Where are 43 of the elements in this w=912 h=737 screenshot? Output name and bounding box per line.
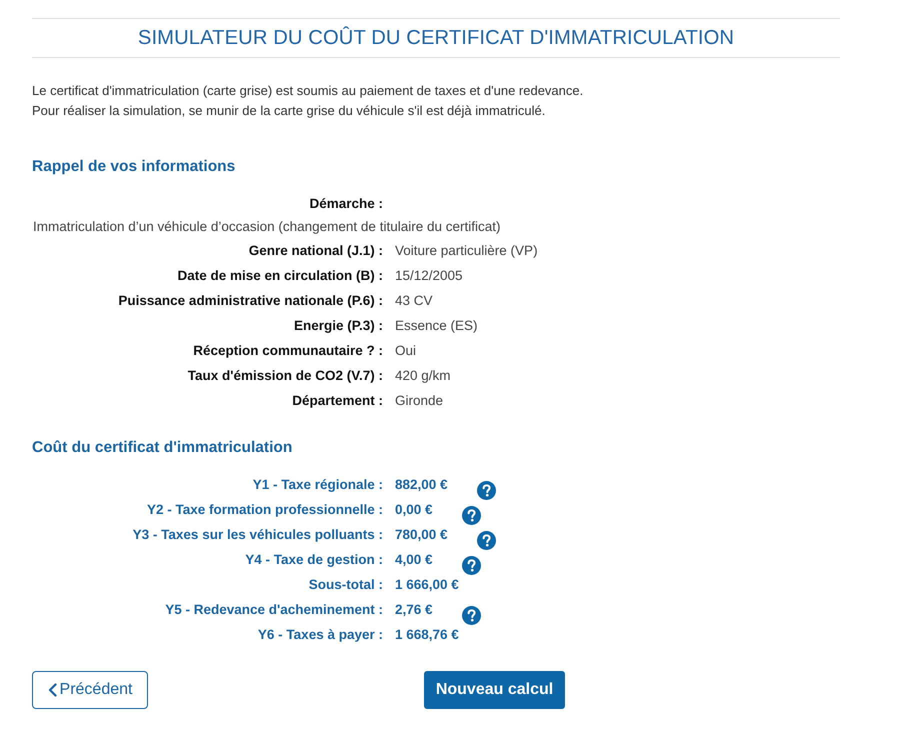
field-value: 43 CV <box>395 292 434 310</box>
field-value: Essence (ES) <box>395 317 479 335</box>
chevron-left-icon <box>48 683 57 697</box>
help-icon[interactable] <box>476 531 496 550</box>
cost-label: Y6 - Taxes à payer : <box>256 626 383 644</box>
help-icon[interactable] <box>462 506 481 525</box>
cost-label: Y5 - Redevance d'acheminement : <box>164 601 383 619</box>
field-value: Oui <box>395 342 418 360</box>
page-title: SIMULATEUR DU COÛT DU CERTIFICAT D'IMMATRICULATION <box>138 26 734 50</box>
field-label: Département : <box>291 392 383 410</box>
cost-value: 0,00 € <box>395 501 433 519</box>
field-value: Gironde <box>395 392 444 410</box>
field-label: Date de mise en circulation (B) : <box>176 267 383 285</box>
field-value: 420 g/km <box>395 367 452 385</box>
cost-label: Y1 - Taxe régionale : <box>252 476 383 494</box>
cost-label: Y2 - Taxe formation professionnelle : <box>146 501 383 519</box>
cost-label: Sous-total : <box>308 576 383 594</box>
previous-button[interactable]: Précédent <box>32 671 148 709</box>
cost-value: 780,00 € <box>395 526 448 544</box>
cost-value: 2,76 € <box>395 601 433 619</box>
new-calculation-button[interactable]: Nouveau calcul <box>424 671 565 709</box>
field-value: Immatriculation d’un véhicule d’occasion (changement de titulaire du certificat) <box>32 218 502 236</box>
field-label: Réception communautaire ? : <box>192 342 383 360</box>
cost-value: 4,00 € <box>395 551 433 569</box>
field-value: Voiture particulière (VP) <box>395 242 539 260</box>
cost-value: 882,00 € <box>395 476 448 494</box>
cost-value: 1 666,00 € <box>395 576 459 594</box>
help-icon[interactable] <box>476 481 496 500</box>
section-heading: Coût du certificat d'immatriculation <box>32 438 294 458</box>
help-icon[interactable] <box>462 556 481 575</box>
field-label: Genre national (J.1) : <box>248 242 383 260</box>
field-label: Energie (P.3) : <box>292 317 383 335</box>
intro-text: Le certificat d'immatriculation (carte grise) est soumis au paiement de taxes et d'une redevance. <box>32 82 584 100</box>
intro-text: Pour réaliser la simulation, se munir de la carte grise du véhicule s'il est déjà immatriculé. <box>32 102 546 120</box>
field-label: Taux d'émission de CO2 (V.7) : <box>186 367 383 385</box>
field-label: Puissance administrative nationale (P.6) : <box>117 292 383 310</box>
cost-label: Y3 - Taxes sur les véhicules polluants : <box>132 526 383 544</box>
field-label: Démarche : <box>308 195 383 213</box>
help-icon[interactable] <box>462 606 481 625</box>
cost-value: 1 668,76 € <box>395 626 459 644</box>
cost-label: Y4 - Taxe de gestion : <box>244 551 383 569</box>
section-heading: Rappel de vos informations <box>32 157 236 177</box>
field-value: 15/12/2005 <box>395 267 464 285</box>
